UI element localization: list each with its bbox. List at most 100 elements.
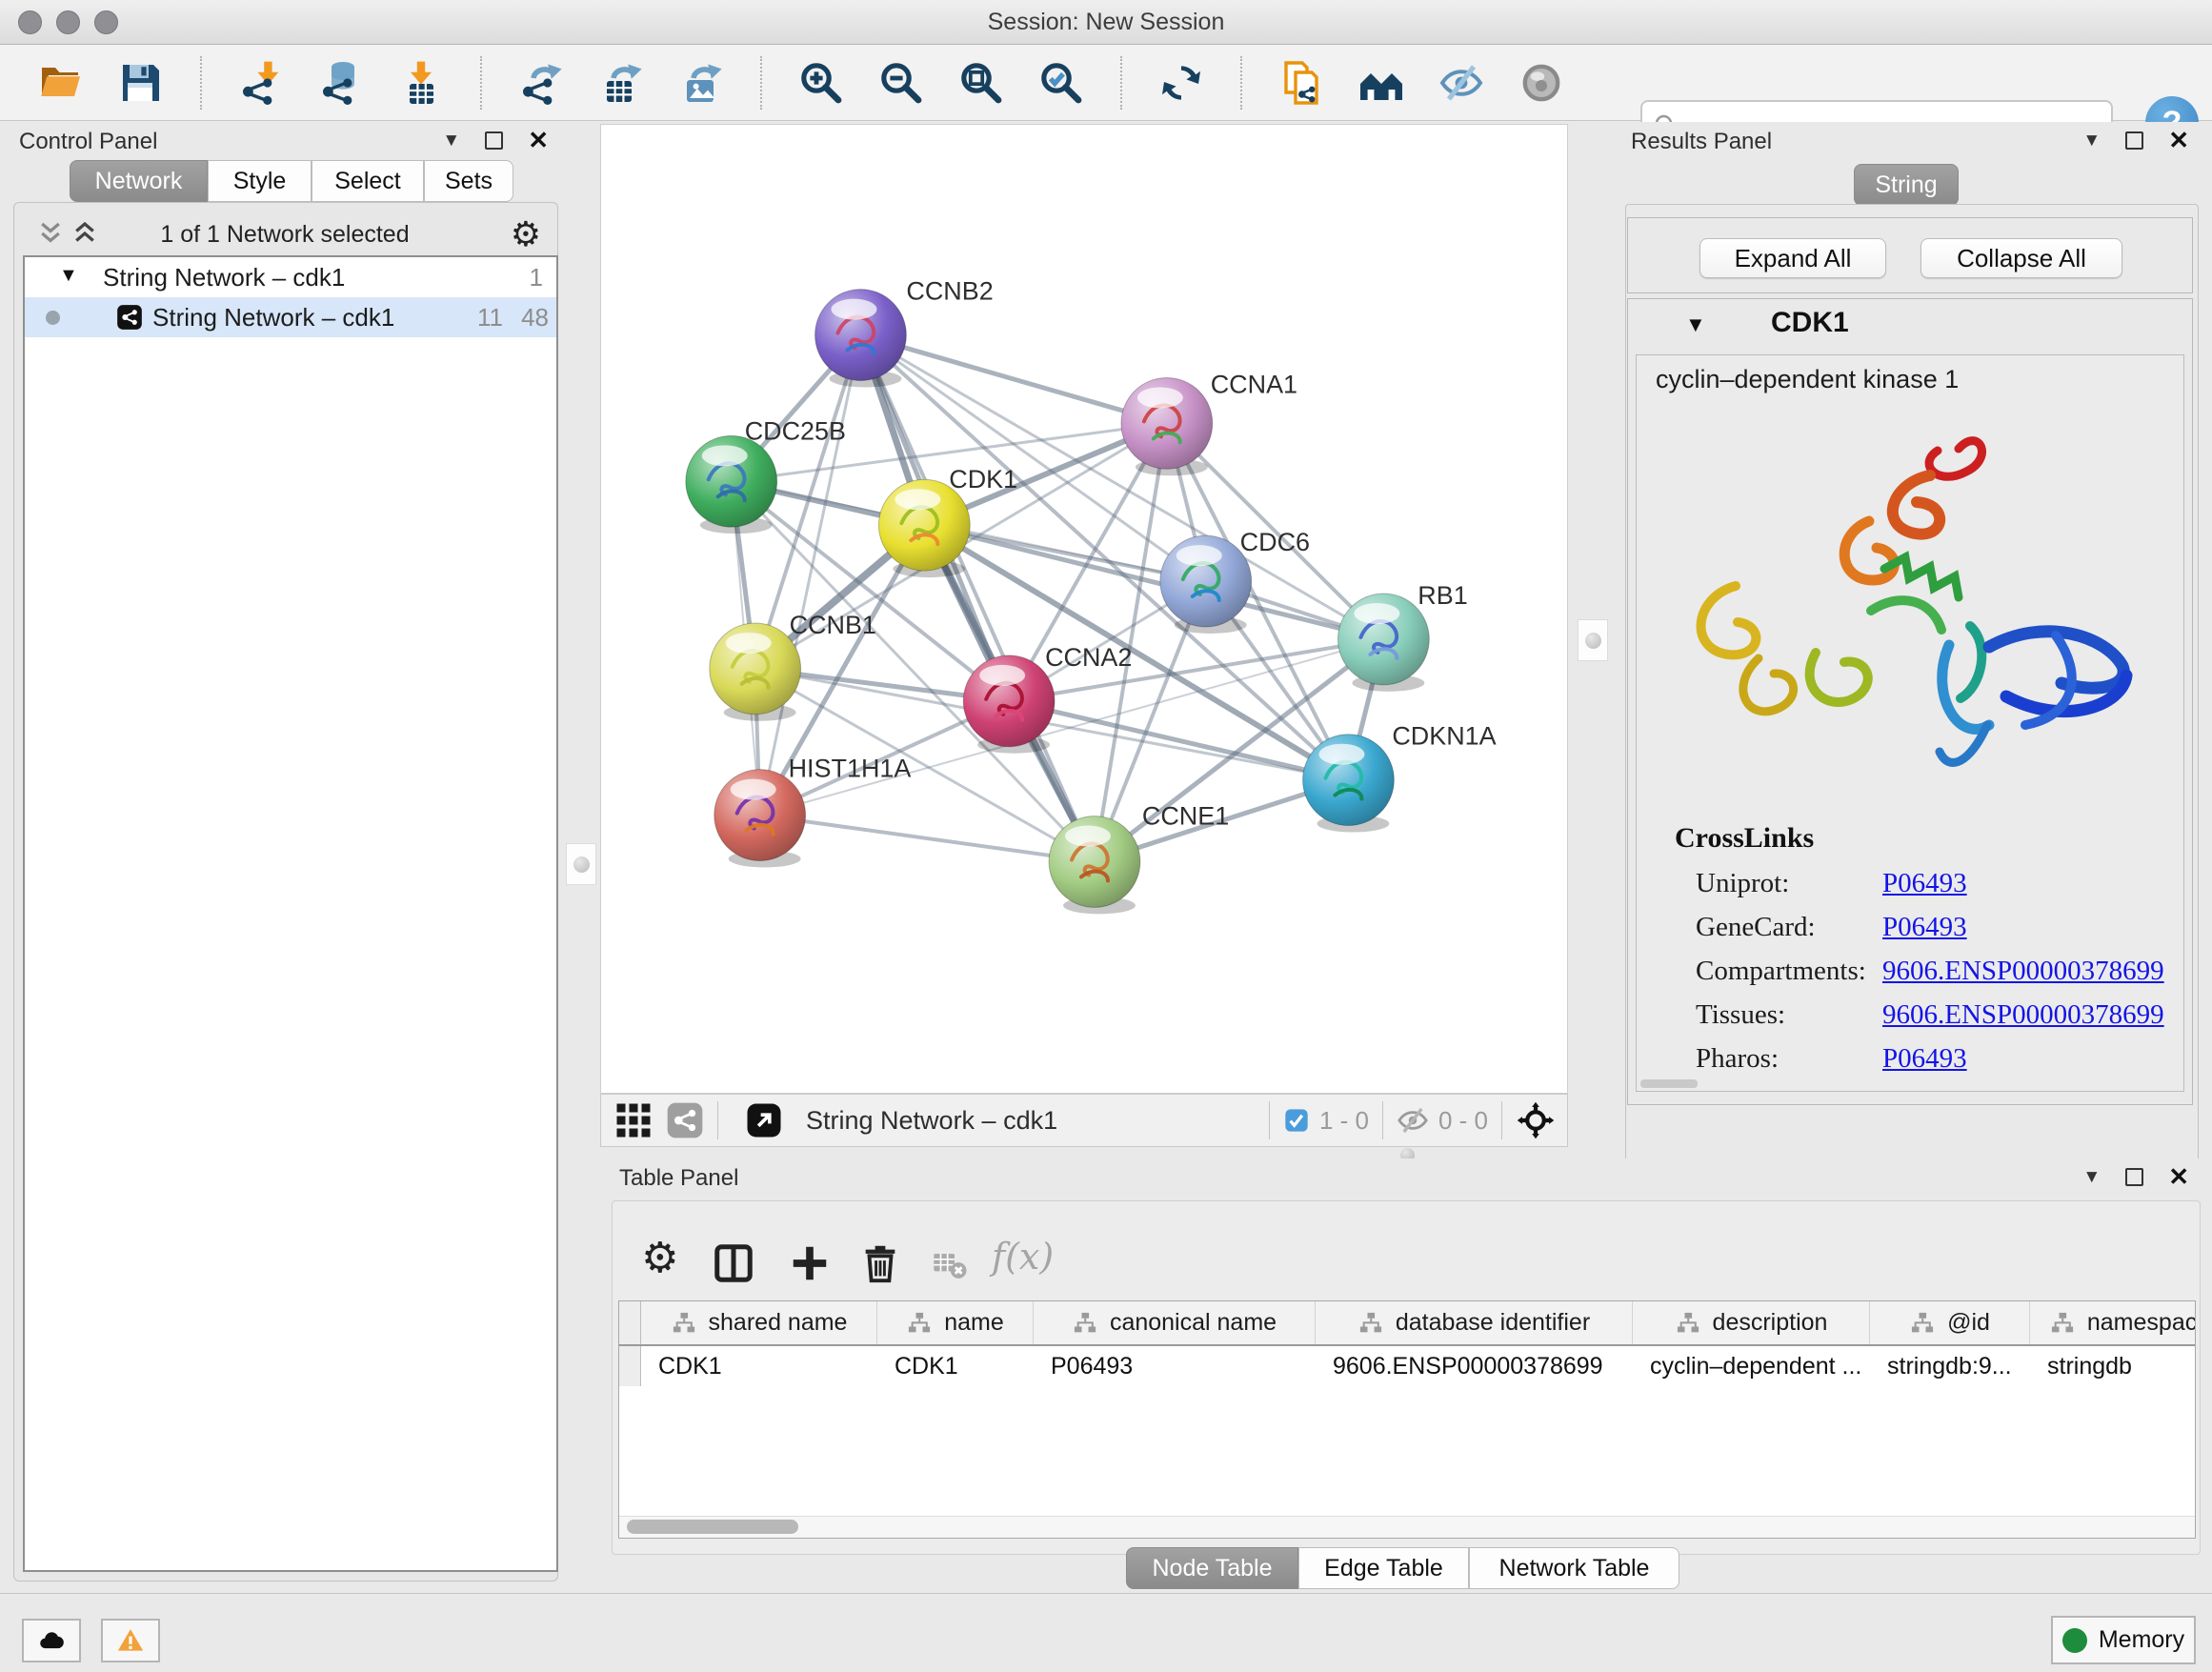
close-panel-icon[interactable]: ✕ <box>2168 1162 2189 1192</box>
crosslink-link[interactable]: P06493 <box>1882 1043 1967 1074</box>
collapse-protein-icon[interactable]: ▼ <box>1685 312 1706 337</box>
cell--id[interactable]: stringdb:9... <box>1870 1346 2030 1386</box>
crosslink-link[interactable]: 9606.ENSP00000378699 <box>1882 956 2164 986</box>
select-columns-icon[interactable] <box>712 1241 755 1285</box>
cloud-button[interactable] <box>22 1619 81 1662</box>
crosslink-link[interactable]: 9606.ENSP00000378699 <box>1882 999 2164 1030</box>
tab-node-table[interactable]: Node Table <box>1126 1547 1298 1589</box>
cell-namespace[interactable]: stringdb <box>2030 1346 2196 1386</box>
first-neighbors-button[interactable] <box>1358 60 1404 106</box>
cell-shared-name[interactable]: CDK1 <box>641 1346 877 1386</box>
duplicate-network-button[interactable] <box>1278 60 1324 106</box>
node-HIST1H1A[interactable]: HIST1H1A <box>714 755 912 868</box>
zoom-selected-button[interactable] <box>1038 60 1084 106</box>
network-tree-row[interactable]: ▼ String Network – cdk1 1 <box>25 257 556 297</box>
warnings-button[interactable] <box>101 1619 160 1662</box>
protein-header-row[interactable]: ▼ CDK1 <box>1628 299 2192 349</box>
network-options-gear-icon[interactable]: ⚙ <box>511 215 541 254</box>
close-panel-icon[interactable]: ✕ <box>528 126 549 155</box>
zoom-out-button[interactable] <box>878 60 924 106</box>
table-row[interactable]: CDK1CDK1P064939606.ENSP00000378699cyclin… <box>619 1346 2196 1386</box>
open-session-button[interactable] <box>38 60 84 106</box>
zoom-in-button[interactable] <box>798 60 844 106</box>
import-network-file-button[interactable] <box>238 60 284 106</box>
node-CDKN1A[interactable]: CDKN1A <box>1303 722 1497 833</box>
node-CCNB2[interactable]: CCNB2 <box>815 277 994 388</box>
crosslink-link[interactable]: P06493 <box>1882 868 1967 898</box>
column-header-namespace[interactable]: namespace <box>2030 1301 2196 1344</box>
float-panel-icon[interactable] <box>485 131 503 150</box>
node-CDK1[interactable]: CDK1 <box>878 465 1017 577</box>
expand-caret-icon[interactable]: ▼ <box>59 265 78 287</box>
column-header--id[interactable]: @id <box>1870 1301 2030 1344</box>
node-label-CCNE1: CCNE1 <box>1142 802 1229 831</box>
edge-HIST1H1A-CCNE1[interactable] <box>760 816 1095 862</box>
panel-menu-icon[interactable]: ▼ <box>2082 1167 2101 1188</box>
float-panel-icon[interactable] <box>2125 1168 2143 1186</box>
export-table-button[interactable] <box>598 60 644 106</box>
panel-menu-icon[interactable]: ▼ <box>442 131 460 151</box>
float-panel-icon[interactable] <box>2125 131 2143 150</box>
import-network-database-button[interactable] <box>318 60 364 106</box>
import-table-file-button[interactable] <box>398 60 444 106</box>
tab-string[interactable]: String <box>1854 164 1959 206</box>
selected-checkbox-icon[interactable] <box>1283 1107 1310 1134</box>
node-RB1[interactable]: RB1 <box>1337 581 1467 692</box>
crosslink-link[interactable]: P06493 <box>1882 912 1967 942</box>
expand-all-button[interactable]: Expand All <box>1699 238 1886 278</box>
network-graph[interactable]: CCNB2CCNA1CDC25BCDK1CDC6RB1CCNB1CCNA2CDK… <box>601 125 1567 1093</box>
tab-network[interactable]: Network <box>70 160 208 202</box>
export-network-button[interactable] <box>518 60 564 106</box>
right-splitter-handle[interactable] <box>1578 619 1608 661</box>
edge-CCNB2-HIST1H1A[interactable] <box>760 335 861 816</box>
collapse-all-button[interactable]: Collapse All <box>1920 238 2122 278</box>
toolbar-buttons <box>38 45 1564 120</box>
left-splitter[interactable] <box>562 124 600 1589</box>
expand-collapse-box: Expand All Collapse All <box>1627 217 2193 293</box>
edge-CDK1-RB1[interactable] <box>924 525 1383 639</box>
column-header-canonical-name[interactable]: canonical name <box>1034 1301 1316 1344</box>
cell-name[interactable]: CDK1 <box>877 1346 1034 1386</box>
export-image-button[interactable] <box>678 60 724 106</box>
network-tree-row[interactable]: String Network – cdk11148 <box>25 297 556 337</box>
inner-scrollbar-thumb[interactable] <box>1640 1079 1698 1088</box>
close-panel-icon[interactable]: ✕ <box>2168 126 2189 155</box>
right-splitter[interactable] <box>1568 124 1621 1094</box>
detach-view-button[interactable] <box>745 1101 783 1139</box>
cell-description[interactable]: cyclin–dependent ... <box>1633 1346 1870 1386</box>
column-header-name[interactable]: name <box>877 1301 1034 1344</box>
tab-style[interactable]: Style <box>208 160 312 202</box>
add-column-icon[interactable] <box>788 1241 832 1285</box>
birdseye-crosshair-icon[interactable] <box>1516 1100 1556 1140</box>
memory-button[interactable]: Memory <box>2051 1616 2196 1664</box>
column-header-description[interactable]: description <box>1633 1301 1870 1344</box>
panel-menu-icon[interactable]: ▼ <box>2082 131 2101 151</box>
node-CCNA1[interactable]: CCNA1 <box>1121 370 1297 475</box>
hide-selected-button[interactable] <box>1438 60 1484 106</box>
table-hscrollbar[interactable] <box>619 1516 2195 1538</box>
table-options-gear-icon[interactable]: ⚙ <box>641 1234 678 1282</box>
delete-column-icon[interactable] <box>858 1241 902 1285</box>
refresh-view-button[interactable] <box>1158 60 1204 106</box>
edge-CCNA2-CDKN1A[interactable] <box>1009 701 1348 780</box>
cell-database-identifier[interactable]: 9606.ENSP00000378699 <box>1316 1346 1633 1386</box>
show-grid-icon[interactable] <box>614 1101 653 1139</box>
tab-sets[interactable]: Sets <box>424 160 513 202</box>
column-header-database-identifier[interactable]: database identifier <box>1316 1301 1633 1344</box>
tab-select[interactable]: Select <box>312 160 424 202</box>
table-hscrollbar-thumb[interactable] <box>627 1520 798 1534</box>
node-CCNB1[interactable]: CCNB1 <box>710 611 876 721</box>
network-canvas[interactable]: CCNB2CCNA1CDC25BCDK1CDC6RB1CCNB1CCNA2CDK… <box>600 124 1568 1094</box>
cell-canonical-name[interactable]: P06493 <box>1034 1346 1316 1386</box>
show-all-button[interactable] <box>1518 60 1564 106</box>
column-header-shared-name[interactable]: shared name <box>641 1301 877 1344</box>
memory-label: Memory <box>2099 1626 2184 1654</box>
left-splitter-handle[interactable] <box>566 843 596 885</box>
network-share-icon[interactable] <box>666 1101 704 1139</box>
save-session-button[interactable] <box>118 60 164 106</box>
collection-name: String Network – cdk1 <box>103 263 345 292</box>
collection-count: 1 <box>530 263 543 292</box>
zoom-fit-button[interactable] <box>958 60 1004 106</box>
tab-network-table[interactable]: Network Table <box>1469 1547 1679 1589</box>
tab-edge-table[interactable]: Edge Table <box>1298 1547 1469 1589</box>
